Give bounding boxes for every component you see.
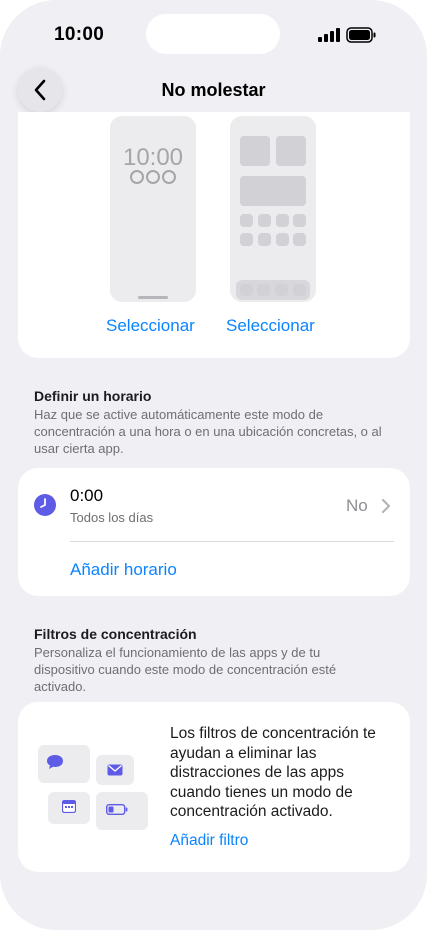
app-tile: [240, 233, 253, 246]
calendar-box: [48, 792, 90, 824]
schedule-time: 0:00: [70, 486, 104, 505]
filters-card: Los filtros de concentración te ayudan a…: [18, 702, 410, 872]
dock-app-tile: [240, 284, 253, 296]
select-home-screen-link[interactable]: Seleccionar: [226, 316, 315, 336]
schedule-row[interactable]: 0:00 Todos los días No: [18, 468, 410, 541]
add-filter-button[interactable]: Añadir filtro: [170, 832, 248, 850]
battery-box: [96, 792, 148, 830]
lock-screen-preview[interactable]: 10:00: [110, 116, 196, 302]
filters-section-title: Filtros de concentración: [34, 626, 197, 642]
app-tile: [240, 214, 253, 227]
message-icon: [47, 755, 63, 769]
add-schedule-button[interactable]: Añadir horario: [70, 560, 177, 580]
clock-icon: [34, 494, 56, 516]
app-tile: [276, 214, 289, 227]
widget-tile: [240, 136, 270, 166]
dock-app-tile: [275, 284, 288, 296]
dock-app-tile: [293, 284, 306, 296]
lock-screen-time: 10:00: [122, 144, 184, 171]
signal-icon: [318, 28, 340, 42]
filters-explanation: Los filtros de concentración te ayudan a…: [170, 725, 376, 820]
screens-card: 10:00 Seleccionar Seleccionar: [18, 112, 410, 358]
dynamic-island: [146, 14, 280, 54]
app-tile: [293, 233, 306, 246]
home-screen-preview[interactable]: [230, 116, 316, 302]
status-bar: 10:00: [0, 0, 427, 70]
schedule-card: 0:00 Todos los días No Añadir horario: [18, 468, 410, 596]
widget-tile: [240, 176, 306, 206]
phone-screen: 10:00 No molestar 10:00 Seleccionar Sele…: [0, 0, 427, 930]
filters-section-description: Personaliza el funcionamiento de las app…: [34, 645, 337, 694]
battery-icon: [346, 27, 376, 43]
page-title: No molestar: [161, 80, 266, 100]
schedule-days: Todos los días: [70, 510, 154, 525]
schedule-status: No: [346, 496, 368, 515]
status-time: 10:00: [54, 24, 105, 45]
message-box: [38, 745, 90, 783]
chevron-right-icon: [382, 499, 390, 513]
mail-box: [96, 755, 134, 785]
mail-icon: [107, 764, 123, 776]
app-tile: [293, 214, 306, 227]
schedule-section-title: Definir un horario: [34, 388, 152, 404]
dock-app-tile: [257, 284, 270, 296]
widget-dots: [110, 170, 196, 189]
app-tile: [276, 233, 289, 246]
calendar-icon: [62, 800, 76, 813]
divider: [70, 541, 394, 542]
dock: [236, 280, 310, 300]
home-indicator: [138, 296, 168, 299]
widget-tile: [276, 136, 306, 166]
navigation-bar: No molestar: [0, 66, 427, 116]
app-tile: [258, 233, 271, 246]
app-tile: [258, 214, 271, 227]
select-lock-screen-link[interactable]: Seleccionar: [106, 316, 195, 336]
filter-illustration: [38, 742, 150, 834]
battery-low-icon: [106, 804, 128, 815]
schedule-section-description: Haz que se active automáticamente este m…: [34, 407, 382, 456]
